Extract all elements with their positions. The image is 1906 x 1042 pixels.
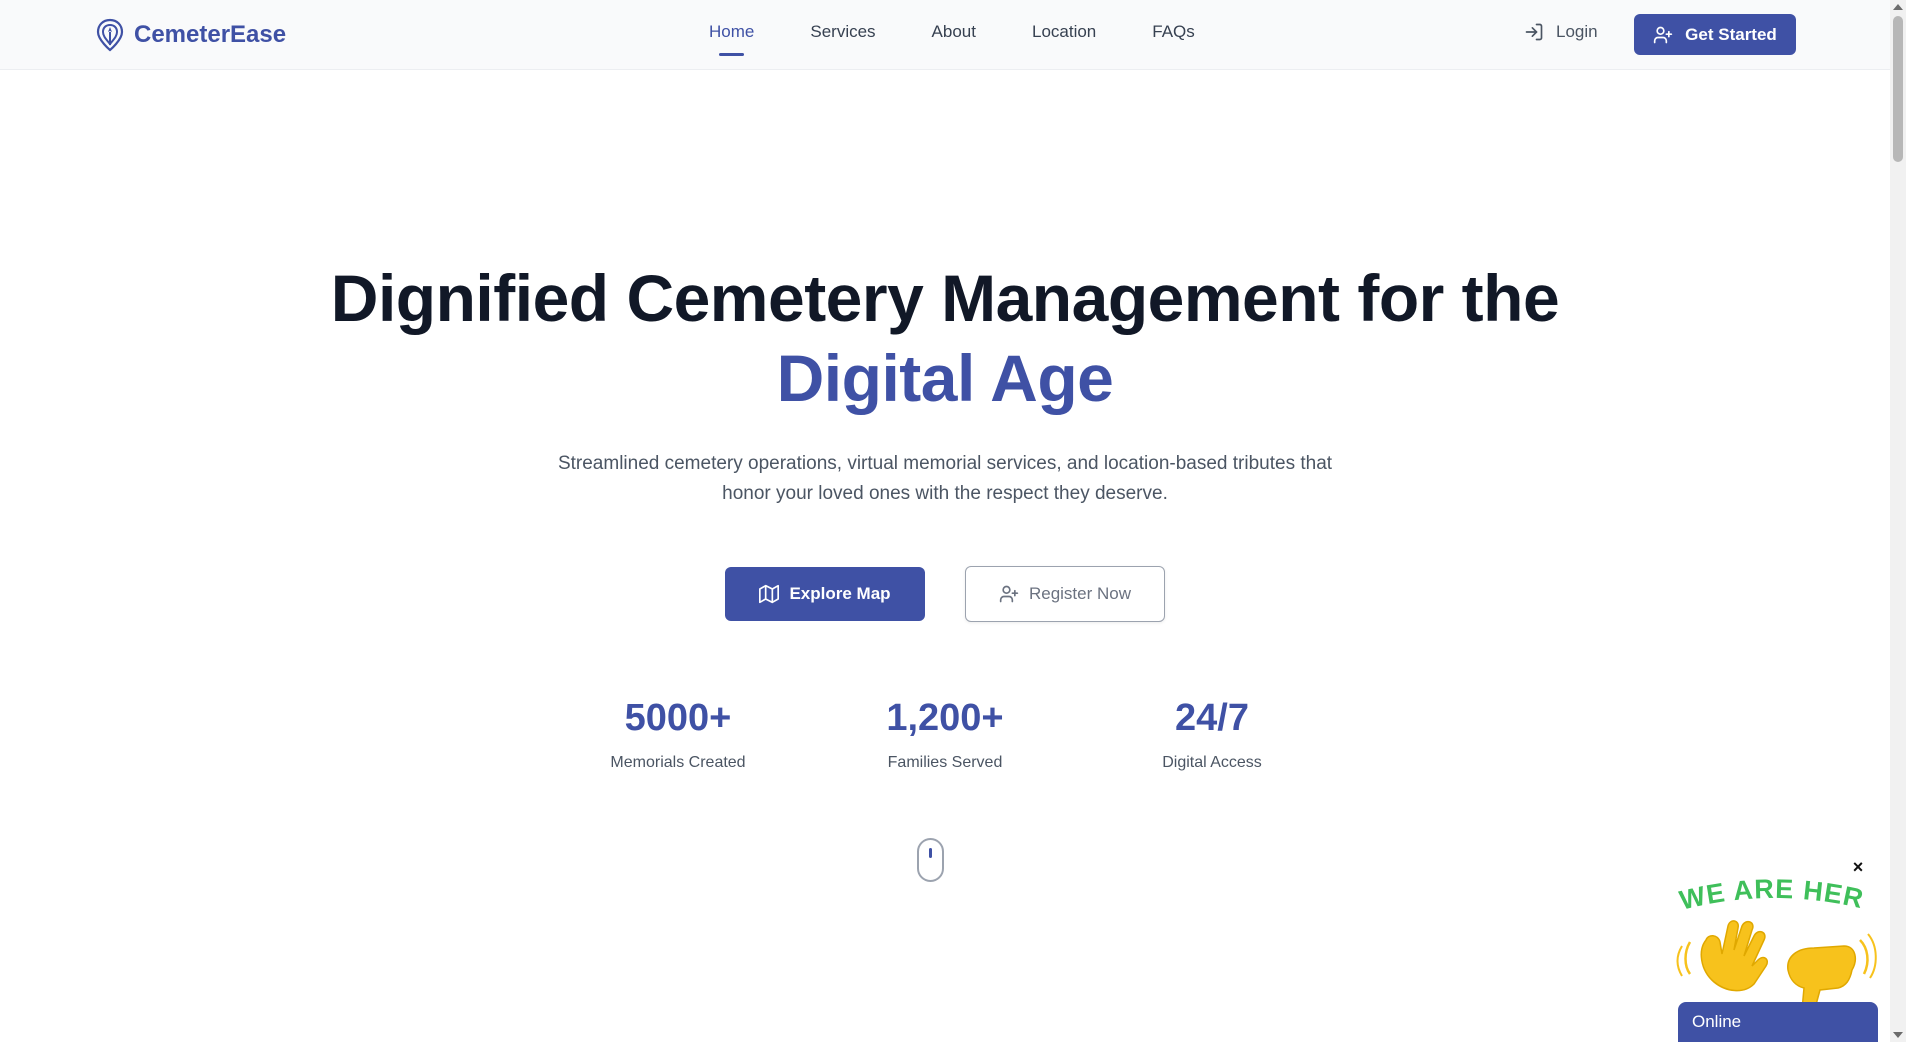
explore-map-label: Explore Map (789, 584, 891, 603)
hero-title-accent: Digital Age (776, 341, 1114, 415)
hero-title: Dignified Cemetery Management for the Di… (0, 258, 1890, 418)
stat-access: 24/7 Digital Access (1092, 694, 1332, 772)
map-icon (759, 584, 780, 604)
nav-item-about[interactable]: About (932, 22, 976, 42)
register-now-button[interactable]: Register Now (965, 566, 1165, 622)
login-label: Login (1556, 22, 1598, 41)
location-pin-candle-icon (96, 18, 124, 52)
user-plus-icon (999, 585, 1019, 603)
explore-map-button[interactable]: Explore Map (725, 567, 925, 621)
scroll-up-arrow-icon[interactable] (1893, 4, 1903, 10)
stat-label: Digital Access (1162, 754, 1262, 771)
login-link[interactable]: Login (1524, 22, 1598, 42)
svg-text:WE ARE HERE!: WE ARE HERE! (1668, 870, 1867, 916)
waving-hand-icon (1676, 920, 1769, 992)
banner-text: WE ARE HERE! (1668, 870, 1866, 916)
get-started-button[interactable]: Get Started (1634, 14, 1796, 55)
stat-memorials: 5000+ Memorials Created (558, 694, 798, 772)
brand-name: CemeterEase (134, 21, 287, 48)
scroll-down-arrow-icon[interactable] (1893, 1032, 1903, 1038)
nav-item-home[interactable]: Home (709, 22, 754, 56)
stat-label: Families Served (887, 754, 1003, 771)
user-plus-icon (1654, 26, 1673, 43)
stat-value: 1,200+ (886, 697, 1004, 739)
sign-in-icon (1525, 23, 1543, 41)
stat-value: 24/7 (1175, 697, 1249, 739)
register-now-label: Register Now (1028, 584, 1132, 603)
hero-title-line1: Dignified Cemetery Management for the (330, 261, 1560, 335)
stat-label: Memorials Created (610, 754, 746, 771)
page-scrollbar[interactable] (1890, 0, 1906, 1042)
chat-online-tab[interactable]: Online (1678, 1002, 1878, 1042)
brand-logo[interactable]: CemeterEase (96, 18, 286, 52)
scroll-wheel-dot (929, 848, 932, 858)
scroll-down-indicator-icon[interactable] (917, 838, 944, 882)
get-started-label: Get Started (1685, 24, 1777, 44)
nav-item-location[interactable]: Location (1032, 22, 1096, 42)
stat-value: 5000+ (624, 697, 732, 739)
hero-subtitle: Streamlined cemetery operations, virtual… (557, 453, 1333, 504)
nav-item-faqs[interactable]: FAQs (1152, 22, 1195, 42)
stat-families: 1,200+ Families Served (825, 694, 1065, 772)
site-header: CemeterEase Home Services About Location… (0, 0, 1890, 70)
main-nav: Home Services About Location FAQs (709, 22, 1251, 56)
scrollbar-thumb[interactable] (1893, 16, 1903, 162)
we-are-here-banner[interactable]: WE ARE HERE! (1668, 870, 1878, 1020)
nav-item-services[interactable]: Services (810, 22, 875, 42)
